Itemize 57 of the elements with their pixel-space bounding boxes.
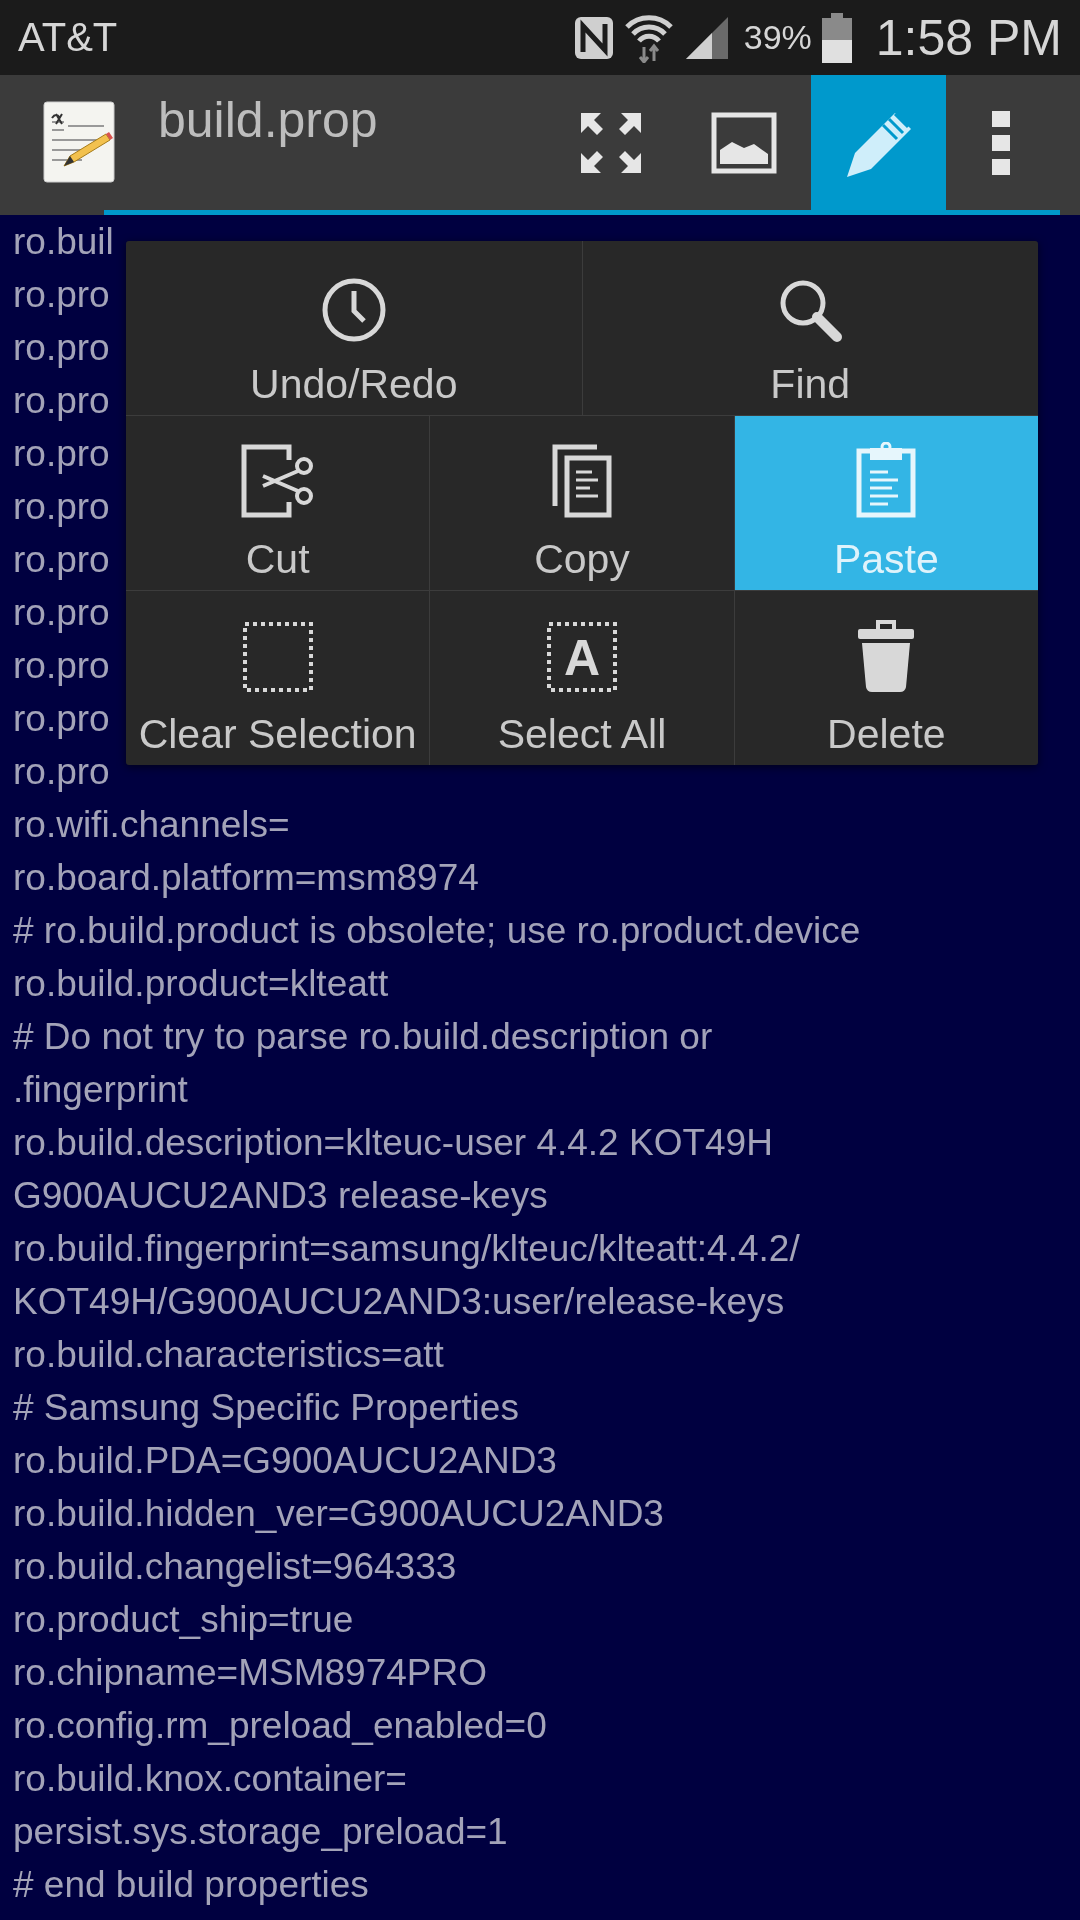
menu-item[interactable]: Find [581,241,1038,415]
code-line: ro.chipname=MSM8974PRO [13,1651,488,1695]
battery-percent: 39% [743,18,812,57]
code-line: # Samsung Specific Properties [13,1386,519,1430]
code-line: ro.build.characteristics=att [13,1333,444,1377]
code-line: ro.pro [13,750,110,794]
code-line: ro.pro [13,538,110,582]
clock-time: 1:58 PM [875,8,1062,67]
nfc-icon [573,15,614,60]
code-line: ro.pro [13,591,110,635]
wifi-icon [623,12,674,63]
app-icon[interactable] [42,100,116,184]
menu-item[interactable]: Delete [733,591,1038,765]
dotted-square-icon [241,621,314,693]
battery-icon [821,12,852,63]
code-line: ro.build.fingerprint=samsung/klteuc/klteatt:4.4.2/ [13,1227,800,1271]
menu-item[interactable]: Clear Selection [126,591,430,765]
code-line: ro.product_ship=true [13,1598,354,1642]
clipboard-icon [856,442,917,518]
menu-item[interactable]: Cut [126,416,430,590]
menu-item[interactable]: A Select All [429,591,734,765]
overflow-menu-icon [992,110,1010,175]
select-all-icon: A [546,621,618,693]
code-line: ro.build.hidden_ver=G900AUCU2AND3 [13,1492,664,1536]
code-line: ro.pro [13,273,110,317]
code-line: # ro.build.product is obsolete; use ro.product.device [13,909,861,953]
code-line: ro.pro [13,697,110,741]
clock-icon [320,277,387,343]
code-line: ro.pro [13,644,110,688]
copy-icon [552,444,612,518]
code-line: ro.build.PDA=G900AUCU2AND3 [13,1439,557,1483]
code-line: ro.buil [13,220,114,264]
code-line: ro.build.changelist=964333 [13,1545,457,1589]
code-line: .fingerprint [13,1068,188,1112]
code-line: ro.wifi.channels= [13,803,290,847]
code-line: G900AUCU2AND3 release-keys [13,1174,548,1218]
code-line: # Do not try to parse ro.build.description or [13,1015,713,1059]
image-icon [710,111,777,174]
code-line: ro.pro [13,326,110,370]
menu-item[interactable]: Copy [429,416,734,590]
code-line: ro.pro [13,379,110,423]
code-line: ro.config.rm_preload_enabled=0 [13,1704,547,1748]
code-line: persist.sys.storage_preload=1 [13,1810,508,1854]
code-line: ro.build.description=klteuc-user 4.4.2 KOT49H [13,1121,773,1165]
trash-icon [856,619,917,693]
code-line: ro.build.knox.container= [13,1757,407,1801]
carrier-name: AT&T [18,15,118,60]
code-line: ro.build.product=klteatt [13,962,389,1006]
code-line: ro.pro [13,432,110,476]
code-line: ro.pro [13,485,110,529]
scissors-icon [240,444,315,518]
expand-icon [579,110,643,175]
code-line: # end build properties [13,1863,369,1907]
code-line: KOT49H/G900AUCU2AND3:user/release-keys [13,1280,785,1324]
file-title: build.prop [158,91,379,150]
code-line: ro.board.platform=msm8974 [13,856,479,900]
menu-item[interactable]: Undo/Redo [126,241,582,415]
